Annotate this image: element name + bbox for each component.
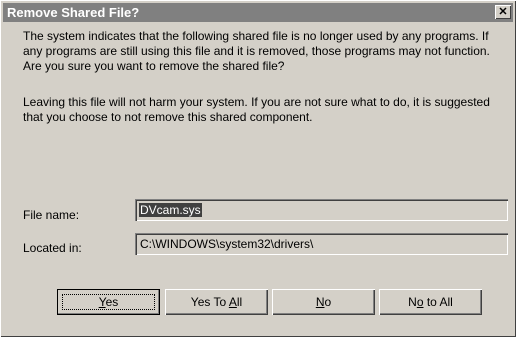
mnemonic-key: A <box>228 295 237 309</box>
title-bar[interactable]: Remove Shared File? ✕ <box>3 3 513 22</box>
remove-shared-file-dialog: Remove Shared File? ✕ The system indicat… <box>0 0 516 337</box>
focus-rectangle <box>62 294 155 310</box>
no-button[interactable]: No <box>272 289 375 315</box>
file-name-field[interactable]: DVcam.sys <box>135 199 508 221</box>
warning-message: The system indicates that the following … <box>23 29 490 73</box>
file-name-value: DVcam.sys <box>139 203 202 217</box>
mnemonic-key: o <box>416 295 424 309</box>
yes-to-all-button[interactable]: Yes To All <box>165 289 268 315</box>
no-to-all-button[interactable]: No to All <box>379 289 482 315</box>
located-in-field[interactable]: C:\WINDOWS\system32\drivers\ <box>135 233 508 255</box>
file-name-label: File name: <box>23 208 80 222</box>
close-button[interactable]: ✕ <box>495 5 511 19</box>
dialog-title: Remove Shared File? <box>7 5 140 20</box>
yes-button[interactable]: Yes <box>57 289 160 315</box>
close-icon: ✕ <box>498 6 508 18</box>
located-in-value: C:\WINDOWS\system32\drivers\ <box>140 237 314 251</box>
advice-message: Leaving this file will not harm your sys… <box>23 95 490 124</box>
located-in-label: Located in: <box>23 241 82 255</box>
